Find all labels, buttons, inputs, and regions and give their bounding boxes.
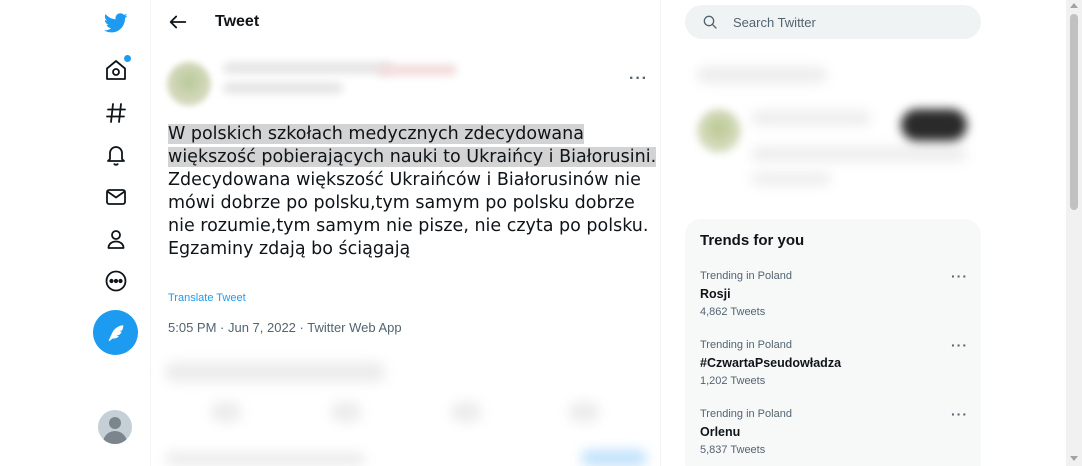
engagement-stats-blurred (165, 362, 385, 382)
scroll-up-arrow-icon[interactable] (1070, 3, 1078, 8)
trend-name: Orlenu (700, 425, 741, 439)
trend-item[interactable]: Trending in Poland Orlenu 5,837 Tweets ·… (685, 406, 981, 466)
page-title: Tweet (215, 13, 260, 30)
tweet-more-button[interactable]: ··· (629, 70, 648, 88)
suggested-user-bio2-blurred (751, 173, 831, 185)
trends-panel: Trends for you Trending in Poland Rosji … (685, 219, 981, 466)
reply-action-blurred[interactable] (211, 402, 241, 422)
scroll-thumb[interactable] (1070, 14, 1078, 210)
scroll-down-arrow-icon[interactable] (1070, 456, 1078, 461)
like-action-blurred[interactable] (451, 402, 481, 422)
follow-button-blurred[interactable] (901, 109, 967, 141)
messages-mail-icon[interactable] (98, 179, 134, 215)
share-action-blurred[interactable] (569, 402, 599, 422)
tweet-text-last: Egzaminy zdają bo ściągają (168, 239, 411, 259)
trend-more-button[interactable]: ··· (951, 337, 968, 353)
who-to-follow-title-blurred (697, 67, 827, 83)
suggested-user-name-blurred (751, 111, 871, 125)
trend-more-button[interactable]: ··· (951, 406, 968, 422)
reply-button-blurred[interactable] (581, 450, 647, 466)
tweet-text-rest: Zdecydowana większość Ukraińców i Białor… (168, 170, 649, 236)
more-circle-icon[interactable] (98, 263, 134, 299)
tweet-timestamp[interactable]: 5:05 PM · Jun 7, 2022 · Twitter Web App (168, 320, 402, 335)
author-name-blurred (223, 62, 393, 74)
tweet-detail-column: Tweet ··· W polskich szkołach medycznych… (150, 0, 661, 466)
notifications-bell-icon[interactable] (98, 137, 134, 173)
search-icon (703, 15, 717, 29)
trend-item[interactable]: Trending in Poland #CzwartaPseudowładza … (685, 337, 981, 403)
trend-context: Trending in Poland (700, 339, 792, 351)
trend-count: 5,837 Tweets (700, 444, 766, 456)
twitter-logo-icon[interactable] (98, 5, 134, 41)
search-placeholder: Search Twitter (733, 15, 816, 30)
trend-name: #CzwartaPseudowładza (700, 356, 842, 370)
suggested-user-bio-blurred (751, 147, 967, 161)
suggested-user-avatar[interactable] (697, 109, 741, 153)
tweet-body: W polskich szkołach medycznych zdecydowa… (168, 123, 658, 261)
author-handle-blurred (223, 82, 343, 94)
author-row-blurred (167, 52, 647, 108)
trend-count: 1,202 Tweets (700, 375, 766, 387)
who-to-follow-blurred (685, 55, 981, 205)
left-nav (84, 0, 148, 466)
tweet-header: Tweet (151, 0, 660, 45)
tweet-text-highlighted: W polskich szkołach medycznych zdecydowa… (168, 124, 657, 167)
profile-person-icon[interactable] (98, 221, 134, 257)
trend-more-button[interactable]: ··· (951, 268, 968, 284)
back-arrow-icon[interactable] (167, 11, 189, 33)
translate-tweet-link[interactable]: Translate Tweet (168, 292, 246, 304)
search-input[interactable]: Search Twitter (685, 5, 981, 39)
retweet-action-blurred[interactable] (331, 402, 361, 422)
reply-composer-blurred (165, 452, 365, 466)
compose-tweet-button[interactable] (93, 310, 138, 355)
trend-context: Trending in Poland (700, 408, 792, 420)
trend-count: 4,862 Tweets (700, 306, 766, 318)
notification-dot (124, 55, 131, 62)
trend-name: Rosji (700, 287, 731, 301)
trend-context: Trending in Poland (700, 270, 792, 282)
page-scrollbar[interactable] (1066, 0, 1082, 466)
trends-title: Trends for you (700, 232, 805, 249)
trend-item[interactable]: Trending in Poland Rosji 4,862 Tweets ··… (685, 268, 981, 334)
feather-compose-icon (108, 324, 124, 341)
explore-hash-icon[interactable] (98, 95, 134, 131)
author-badge-blurred (377, 64, 457, 76)
home-icon[interactable] (98, 52, 134, 88)
author-avatar[interactable] (167, 62, 211, 106)
account-avatar[interactable] (98, 410, 132, 444)
